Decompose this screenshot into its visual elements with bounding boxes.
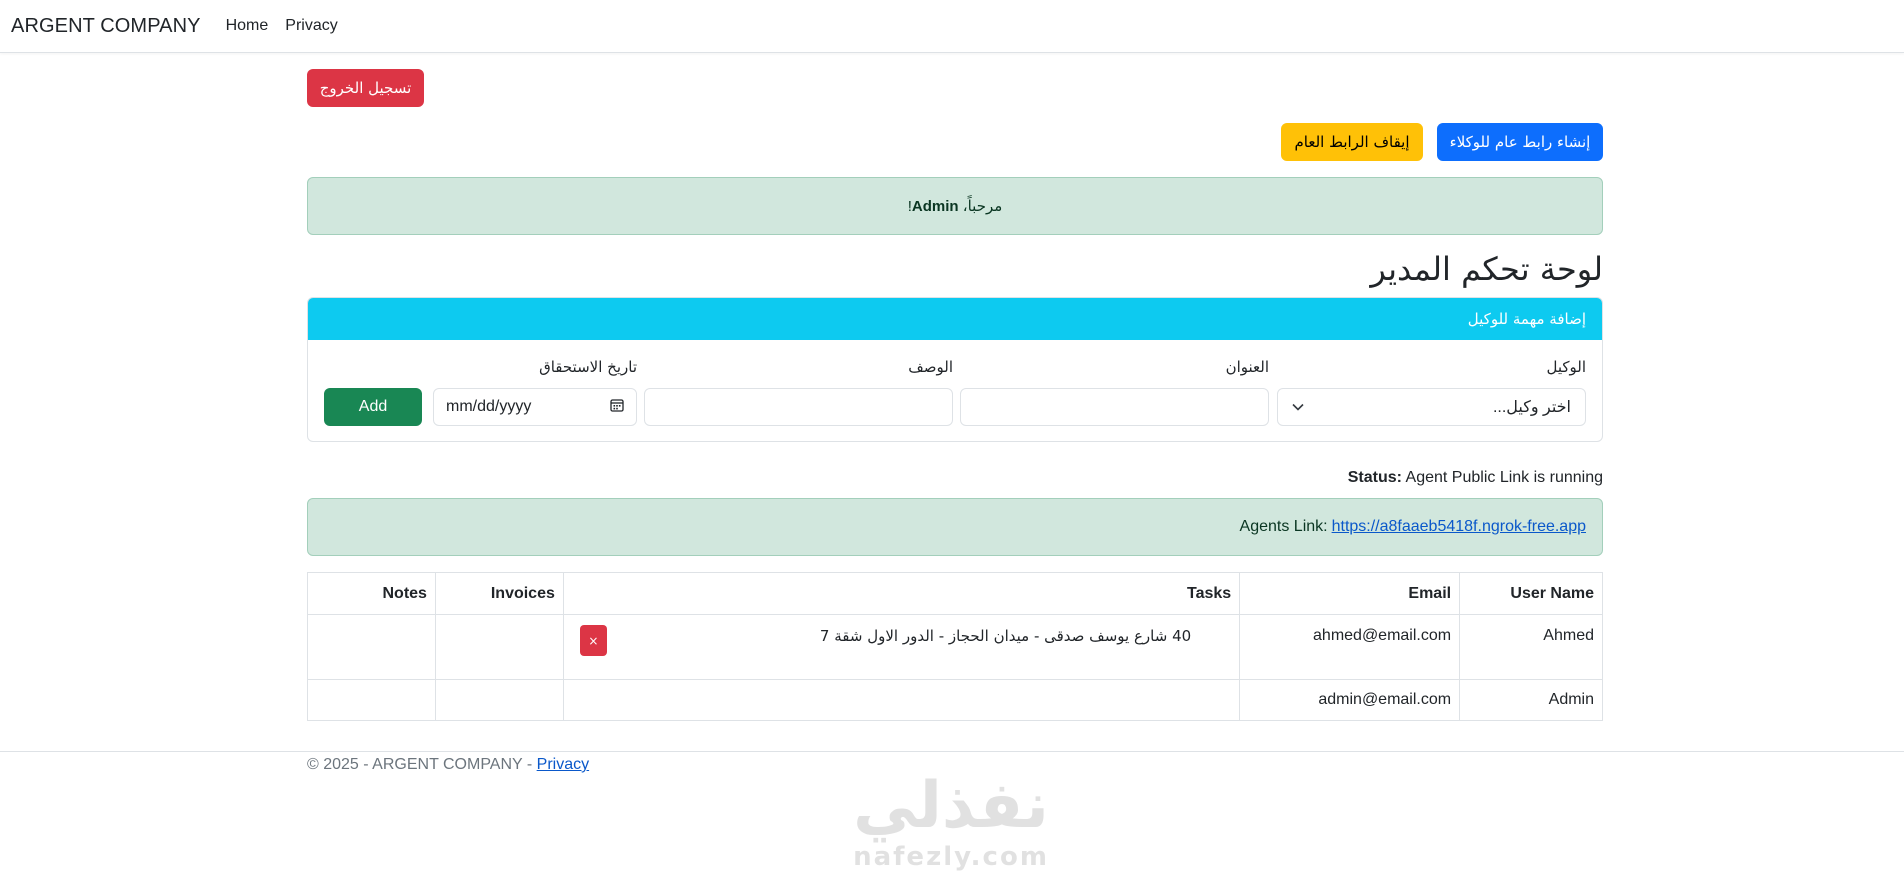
col-notes: Notes <box>307 572 436 615</box>
cell-email: admin@email.com <box>1239 679 1461 721</box>
add-task-button[interactable]: Add <box>324 388 422 426</box>
agents-link-url[interactable]: https://a8faaeb5418f.ngrok-free.app <box>1332 518 1586 536</box>
watermark-logo: نفذلي nafezly.com <box>846 770 1056 880</box>
add-task-card: إضافة مهمة للوكيل الوكيل العنوان الوصف ت… <box>307 297 1603 442</box>
calendar-icon[interactable] <box>610 398 624 417</box>
col-tasks: Tasks <box>562 572 1241 615</box>
cell-invoices <box>434 679 564 721</box>
agent-select-value: اختر وكيل... <box>1492 399 1571 416</box>
date-placeholder: mm/dd/yyyy <box>446 398 532 415</box>
description-input[interactable] <box>644 388 953 426</box>
cell-notes <box>307 614 436 680</box>
page-title: لوحة تحكم المدير <box>1370 250 1603 288</box>
footer: © 2025 - ARGENT COMPANY - Privacy <box>307 756 589 774</box>
create-public-link-button[interactable]: إنشاء رابط عام للوكلاء <box>1437 123 1603 161</box>
welcome-alert: مرحباً، Admin! <box>307 177 1603 235</box>
table-header-row: User Name Email Tasks Invoices Notes <box>307 572 1603 615</box>
table-row: Admin admin@email.com <box>307 679 1603 721</box>
task-item: 40 شارع يوسف صدقى - ميدان الحجاز - الدور… <box>819 627 1192 645</box>
footer-privacy-link[interactable]: Privacy <box>537 756 589 773</box>
agent-label: الوكيل <box>1546 358 1586 376</box>
col-email: Email <box>1239 572 1461 615</box>
cell-notes <box>307 679 436 721</box>
welcome-username: Admin <box>911 197 959 215</box>
col-user-name: User Name <box>1459 572 1603 615</box>
cell-tasks: 40 شارع يوسف صدقى - ميدان الحجاز - الدور… <box>562 614 1241 680</box>
cell-user: Ahmed <box>1459 614 1603 680</box>
card-header: إضافة مهمة للوكيل <box>308 298 1602 340</box>
main-container: تسجيل الخروج إيقاف الرابط العام إنشاء را… <box>307 0 1603 751</box>
description-label: الوصف <box>908 358 953 376</box>
welcome-suffix: ! <box>907 197 912 215</box>
delete-task-button[interactable]: × <box>579 625 607 656</box>
chevron-down-icon <box>1292 400 1304 414</box>
link-status: Status: Agent Public Link is running <box>1348 469 1603 487</box>
logout-button[interactable]: تسجيل الخروج <box>307 69 424 107</box>
watermark-latin: nafezly.com <box>853 842 1049 872</box>
table-row: Ahmed ahmed@email.com 40 شارع يوسف صدقى … <box>307 614 1603 680</box>
title-input[interactable] <box>960 388 1269 426</box>
footer-copyright: © 2025 - ARGENT COMPANY - <box>307 756 537 773</box>
status-text: Agent Public Link is running <box>1405 469 1603 486</box>
nav-link-home[interactable]: Home <box>226 17 269 35</box>
cell-email: ahmed@email.com <box>1239 614 1461 680</box>
agents-link-label: Agents Link: <box>1239 518 1328 535</box>
cell-invoices <box>434 614 564 680</box>
agents-link-alert: Agents Link: https://a8faaeb5418f.ngrok-… <box>307 498 1603 556</box>
agent-select[interactable]: اختر وكيل... <box>1277 388 1586 426</box>
welcome-prefix: مرحباً، <box>962 198 1003 215</box>
cell-tasks <box>562 679 1241 721</box>
users-table: User Name Email Tasks Invoices Notes Ahm… <box>307 572 1603 721</box>
col-invoices: Invoices <box>434 572 564 615</box>
status-label: Status: <box>1347 469 1402 486</box>
stop-public-link-button[interactable]: إيقاف الرابط العام <box>1281 123 1423 161</box>
due-date-label: تاريخ الاستحقاق <box>539 358 637 376</box>
brand-logo[interactable]: ARGENT COMPANY <box>11 15 201 38</box>
watermark-arabic: نفذلي <box>853 769 1049 843</box>
due-date-input[interactable]: mm/dd/yyyy <box>433 388 637 426</box>
title-label: العنوان <box>1225 358 1269 376</box>
cell-user: Admin <box>1459 679 1603 721</box>
